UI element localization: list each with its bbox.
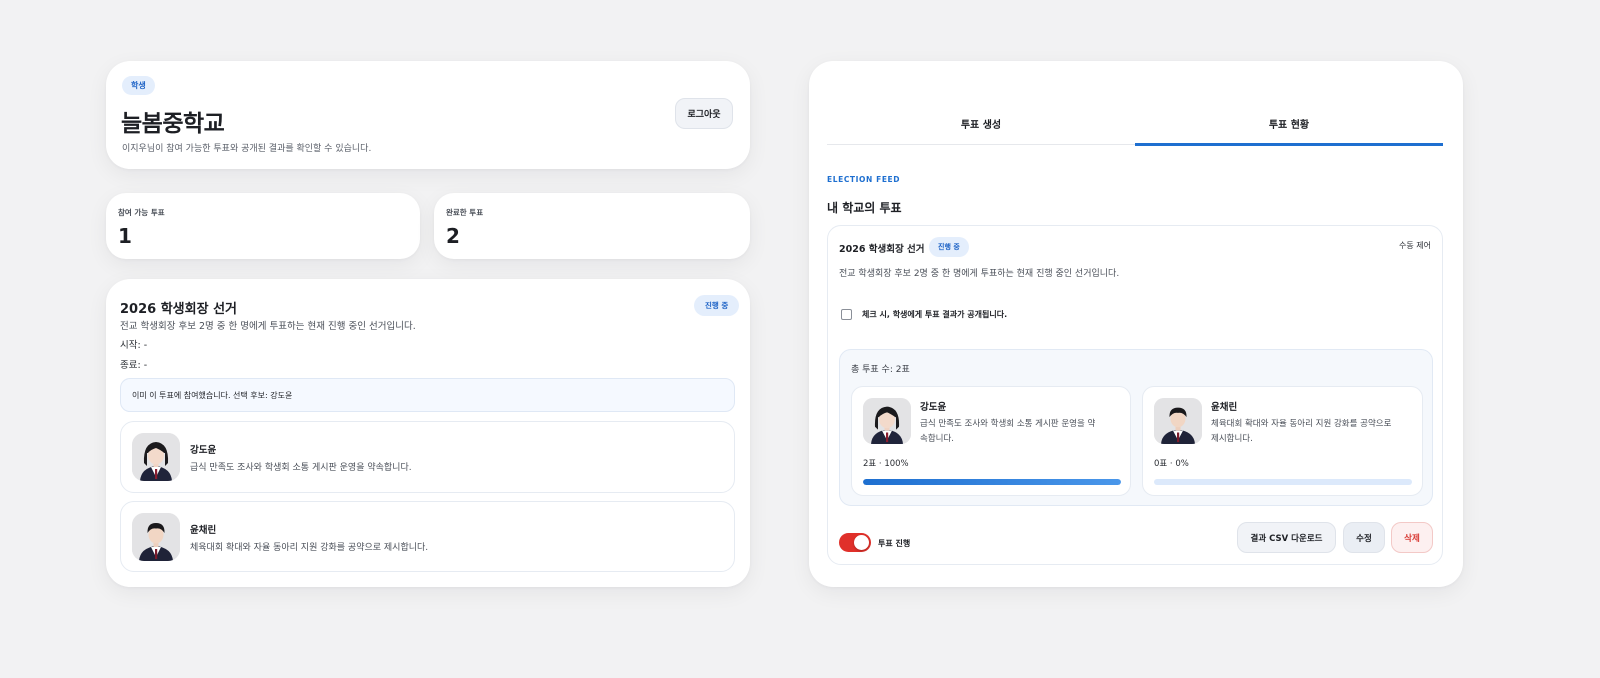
vote-description: 전교 학생회장 후보 2명 중 한 명에게 투표하는 현재 진행 중인 선거입니… <box>120 321 416 332</box>
result-candidate-pledge-cont: 속합니다. <box>920 434 954 444</box>
download-csv-button[interactable]: 결과 CSV 다운로드 <box>1237 522 1336 553</box>
result-candidate-pledge: 체육대회 확대와 자율 동아리 지원 강화를 공약으로 <box>1211 419 1392 429</box>
candidate-card[interactable]: 윤채린 체육대회 확대와 자율 동아리 지원 강화를 공약으로 제시합니다. <box>120 501 735 572</box>
vote-progress-toggle[interactable] <box>839 533 871 552</box>
delete-button[interactable]: 삭제 <box>1391 522 1433 553</box>
available-votes-card: 참여 가능 투표 1 <box>106 193 420 259</box>
vote-title: 2026 학생회장 선거 <box>120 302 237 317</box>
admin-vote-description: 전교 학생회장 후보 2명 중 한 명에게 투표하는 현재 진행 중인 선거입니… <box>839 269 1120 279</box>
already-voted-notice: 이미 이 투표에 참여했습니다. 선택 후보: 강도윤 <box>120 378 735 412</box>
publish-results-label: 체크 시, 학생에게 투표 결과가 공개됩니다. <box>862 310 1008 319</box>
candidate-card[interactable]: 강도윤 급식 만족도 조사와 학생회 소통 게시판 운영을 약속합니다. <box>120 421 735 493</box>
female-student-avatar <box>863 398 911 444</box>
completed-votes-count: 2 <box>446 224 460 248</box>
student-vote-card: 2026 학생회장 선거 진행 중 전교 학생회장 후보 2명 중 한 명에게 … <box>106 279 750 587</box>
tab-create-vote-label: 투표 생성 <box>960 119 1002 131</box>
female-student-avatar <box>132 433 180 481</box>
tab-vote-status-label: 투표 현황 <box>1268 119 1310 131</box>
logout-button[interactable]: 로그아웃 <box>675 98 733 129</box>
available-votes-count: 1 <box>118 224 132 248</box>
result-vote-summary: 0표 · 0% <box>1154 459 1189 469</box>
vote-end-time: 종료: - <box>120 360 148 371</box>
tab-create-vote[interactable]: 투표 생성 <box>827 101 1135 145</box>
completed-votes-card: 완료한 투표 2 <box>434 193 750 259</box>
admin-vote-card: 2026 학생회장 선거 진행 중 수동 제어 전교 학생회장 후보 2명 중 … <box>827 225 1443 565</box>
control-mode-label: 수동 제어 <box>1399 241 1431 250</box>
result-card: 윤채린 체육대회 확대와 자율 동아리 지원 강화를 공약으로 제시합니다. 0… <box>1142 386 1423 496</box>
total-votes: 총 투표 수: 2표 <box>851 365 910 375</box>
publish-results-checkbox[interactable] <box>841 309 852 320</box>
result-candidate-name: 강도윤 <box>920 402 947 413</box>
candidate-pledge: 체육대회 확대와 자율 동아리 지원 강화를 공약으로 제시합니다. <box>190 543 429 553</box>
male-student-avatar <box>1154 398 1202 444</box>
admin-vote-status-badge: 진행 중 <box>929 237 969 257</box>
admin-vote-title: 2026 학생회장 선거 <box>839 244 925 255</box>
candidate-name: 강도윤 <box>190 445 217 456</box>
role-badge: 학생 <box>122 76 155 95</box>
toggle-knob <box>854 535 869 550</box>
completed-votes-label: 완료한 투표 <box>446 208 484 217</box>
result-card: 강도윤 급식 만족도 조사와 학생회 소통 게시판 운영을 약 속합니다. 2표… <box>851 386 1131 496</box>
candidate-pledge: 급식 만족도 조사와 학생회 소통 게시판 운영을 약속합니다. <box>190 463 412 473</box>
active-tab-indicator <box>1135 143 1443 146</box>
result-progress-bar <box>863 479 1121 485</box>
result-candidate-name: 윤채린 <box>1211 402 1238 413</box>
edit-button[interactable]: 수정 <box>1343 522 1385 553</box>
admin-panel: 투표 생성 투표 현황 ELECTION FEED 내 학교의 투표 2026 … <box>809 61 1463 587</box>
result-progress-fill <box>863 479 1121 485</box>
available-votes-label: 참여 가능 투표 <box>118 208 165 217</box>
result-progress-bar <box>1154 479 1412 485</box>
section-title: 내 학교의 투표 <box>827 201 902 215</box>
tab-vote-status[interactable]: 투표 현황 <box>1135 101 1443 145</box>
school-header-card: 학생 늘봄중학교 이지우님이 참여 가능한 투표와 공개된 결과를 확인할 수 … <box>106 61 750 169</box>
vote-status-badge: 진행 중 <box>694 295 740 316</box>
candidate-name: 윤채린 <box>190 525 217 536</box>
header-subtitle: 이지우님이 참여 가능한 투표와 공개된 결과를 확인할 수 있습니다. <box>122 144 372 154</box>
school-name: 늘봄중학교 <box>121 111 225 137</box>
result-candidate-pledge-cont: 제시합니다. <box>1211 434 1253 444</box>
results-panel: 총 투표 수: 2표 강도윤 급식 만족도 조사와 학생회 소통 게시판 운영을… <box>839 349 1433 506</box>
vote-start-time: 시작: - <box>120 340 148 351</box>
male-student-avatar <box>132 513 180 561</box>
vote-progress-label: 투표 진행 <box>878 539 911 548</box>
section-eyebrow: ELECTION FEED <box>827 175 901 184</box>
result-vote-summary: 2표 · 100% <box>863 459 909 469</box>
result-candidate-pledge: 급식 만족도 조사와 학생회 소통 게시판 운영을 약 <box>920 419 1096 429</box>
already-voted-text: 이미 이 투표에 참여했습니다. 선택 후보: 강도윤 <box>132 391 293 400</box>
